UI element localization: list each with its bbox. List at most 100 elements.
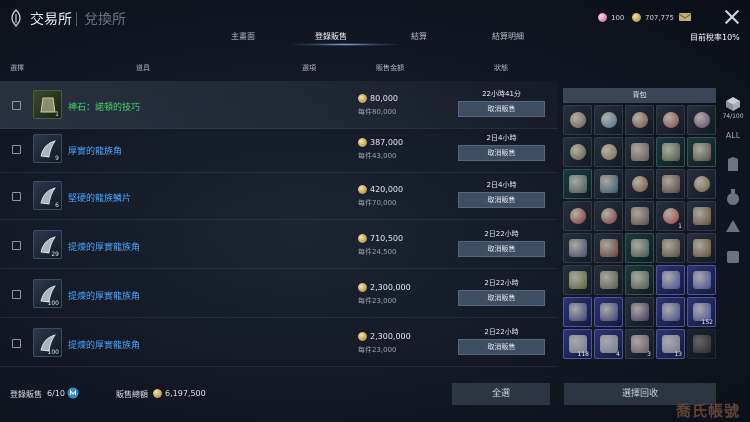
- info-icon[interactable]: [67, 387, 79, 399]
- bag-slot[interactable]: [563, 233, 592, 263]
- cancel-sale-button[interactable]: 取消販售: [458, 145, 545, 161]
- filter-potion-icon[interactable]: [722, 188, 744, 206]
- row-checkbox[interactable]: [12, 192, 21, 201]
- bag-slot[interactable]: [563, 105, 592, 135]
- cancel-sale-button[interactable]: 取消販售: [458, 339, 545, 355]
- row-checkbox[interactable]: [12, 290, 21, 299]
- bag-slot[interactable]: [656, 297, 685, 327]
- listing-row[interactable]: 9 厚實的龍族角 387,000 每件43,000 2日4小時 取消販售: [0, 125, 558, 173]
- bag-item-icon: [632, 112, 648, 128]
- select-all-button[interactable]: 全選: [452, 383, 550, 405]
- bag-slot[interactable]: 118: [563, 329, 592, 359]
- item-icon[interactable]: 100: [33, 328, 62, 357]
- cancel-sale-button[interactable]: 取消販售: [458, 101, 545, 117]
- col-status: 狀態: [494, 64, 508, 72]
- listing-row[interactable]: 1 神石：諾頓的技巧 80,000 每件80,000 22小時41分 取消販售: [0, 81, 558, 129]
- unit-price: 每件80,000: [358, 108, 397, 116]
- bag-slot[interactable]: 4: [594, 329, 623, 359]
- bag-slot[interactable]: [594, 297, 623, 327]
- item-name: 提煉的厚實龍族角: [68, 243, 141, 253]
- bag-slot[interactable]: [625, 233, 654, 263]
- bag-slot[interactable]: 3: [625, 329, 654, 359]
- item-icon[interactable]: 1: [33, 90, 62, 119]
- item-icon[interactable]: 6: [33, 181, 62, 210]
- bag-slot[interactable]: [625, 105, 654, 135]
- bag-slot[interactable]: [594, 169, 623, 199]
- bag-item-icon: [694, 176, 710, 192]
- bag-slot[interactable]: [594, 201, 623, 231]
- bag-slot[interactable]: [687, 169, 716, 199]
- close-icon[interactable]: [725, 10, 739, 24]
- bag-slot[interactable]: [656, 137, 685, 167]
- bag-slot[interactable]: [656, 105, 685, 135]
- filter-material-icon[interactable]: [722, 218, 744, 236]
- bag-slot[interactable]: [625, 201, 654, 231]
- listing-row[interactable]: 100 提煉的厚實龍族角 2,300,000 每件23,000 2日22小時 取消販售: [0, 270, 558, 318]
- bag-slot[interactable]: [563, 297, 592, 327]
- bag-grid: 1 152 118 4 3 13: [563, 105, 716, 359]
- cancel-sale-button[interactable]: 取消販售: [458, 241, 545, 257]
- row-checkbox[interactable]: [12, 145, 21, 154]
- sale-price-value: 2,300,000: [370, 332, 411, 341]
- tab-settlement-details[interactable]: 結算明細: [492, 31, 524, 42]
- bag-slot[interactable]: [563, 201, 592, 231]
- bag-slot[interactable]: 152: [687, 297, 716, 327]
- tab-register-sale[interactable]: 登錄販售: [315, 31, 347, 42]
- bag-slot[interactable]: [563, 265, 592, 295]
- bag-slot[interactable]: [594, 137, 623, 167]
- row-checkbox[interactable]: [12, 339, 21, 348]
- time-remaining: 2日22小時: [484, 279, 519, 287]
- bag-item-icon: [693, 207, 711, 225]
- bag-slot[interactable]: [656, 233, 685, 263]
- mail-icon[interactable]: [678, 11, 692, 23]
- listed-label: 登錄販售: [10, 390, 42, 399]
- bag-slot[interactable]: [687, 233, 716, 263]
- page-title: 交易所: [30, 12, 72, 28]
- bag-item-icon: [570, 144, 586, 160]
- bag-slot[interactable]: [687, 265, 716, 295]
- bag-capacity-icon[interactable]: [722, 96, 744, 112]
- bag-slot[interactable]: [687, 201, 716, 231]
- table-header: 選擇 道具 選項 販售金額 狀態: [0, 60, 560, 74]
- bag-item-count: 152: [701, 319, 713, 326]
- listing-row[interactable]: 6 堅硬的龍族鱗片 420,000 每件70,000 2日4小時 取消販售: [0, 172, 558, 220]
- bag-slot[interactable]: 13: [656, 329, 685, 359]
- bag-slot[interactable]: [656, 265, 685, 295]
- filter-misc-icon[interactable]: [722, 248, 744, 266]
- bag-slot[interactable]: [625, 169, 654, 199]
- filter-armor-icon[interactable]: [722, 156, 744, 174]
- item-icon[interactable]: 29: [33, 230, 62, 259]
- tab-settlement[interactable]: 結算: [411, 31, 427, 42]
- item-name: 提煉的厚實龍族角: [68, 341, 141, 351]
- bag-slot[interactable]: [594, 105, 623, 135]
- listing-row[interactable]: 29 提煉的厚實龍族角 710,500 每件24,500 2日22小時 取消販售: [0, 221, 558, 269]
- bag-slot[interactable]: [687, 105, 716, 135]
- bag-slot[interactable]: [563, 137, 592, 167]
- tab-main[interactable]: 主畫面: [231, 31, 255, 42]
- bag-slot[interactable]: [687, 137, 716, 167]
- bag-slot[interactable]: [625, 297, 654, 327]
- bag-slot[interactable]: [687, 329, 716, 359]
- bag-slot[interactable]: [594, 265, 623, 295]
- row-checkbox[interactable]: [12, 241, 21, 250]
- bag-item-icon: [600, 175, 618, 193]
- filter-all[interactable]: ALL: [722, 131, 744, 140]
- top-bar: 交易所 兌換所 100 707,775 主畫面 登錄販售 結算 結算明細 目前稅…: [0, 0, 750, 46]
- bag-item-icon: [569, 271, 587, 289]
- bag-item-count: 3: [647, 351, 651, 358]
- item-icon[interactable]: 100: [33, 279, 62, 308]
- bag-slot[interactable]: 1: [656, 201, 685, 231]
- listing-row[interactable]: 100 提煉的厚實龍族角 2,300,000 每件23,000 2日22小時 取消販售: [0, 319, 558, 367]
- bag-slot[interactable]: [656, 169, 685, 199]
- bag-slot[interactable]: [625, 137, 654, 167]
- row-divider: [0, 366, 558, 367]
- exchange-shop-tab[interactable]: 兌換所: [84, 9, 126, 29]
- cancel-sale-button[interactable]: 取消販售: [458, 290, 545, 306]
- bag-slot[interactable]: [563, 169, 592, 199]
- row-checkbox[interactable]: [12, 101, 21, 110]
- total-label: 販售總額: [116, 390, 148, 399]
- bag-slot[interactable]: [625, 265, 654, 295]
- item-icon[interactable]: 9: [33, 134, 62, 163]
- bag-slot[interactable]: [594, 233, 623, 263]
- cancel-sale-button[interactable]: 取消販售: [458, 192, 545, 208]
